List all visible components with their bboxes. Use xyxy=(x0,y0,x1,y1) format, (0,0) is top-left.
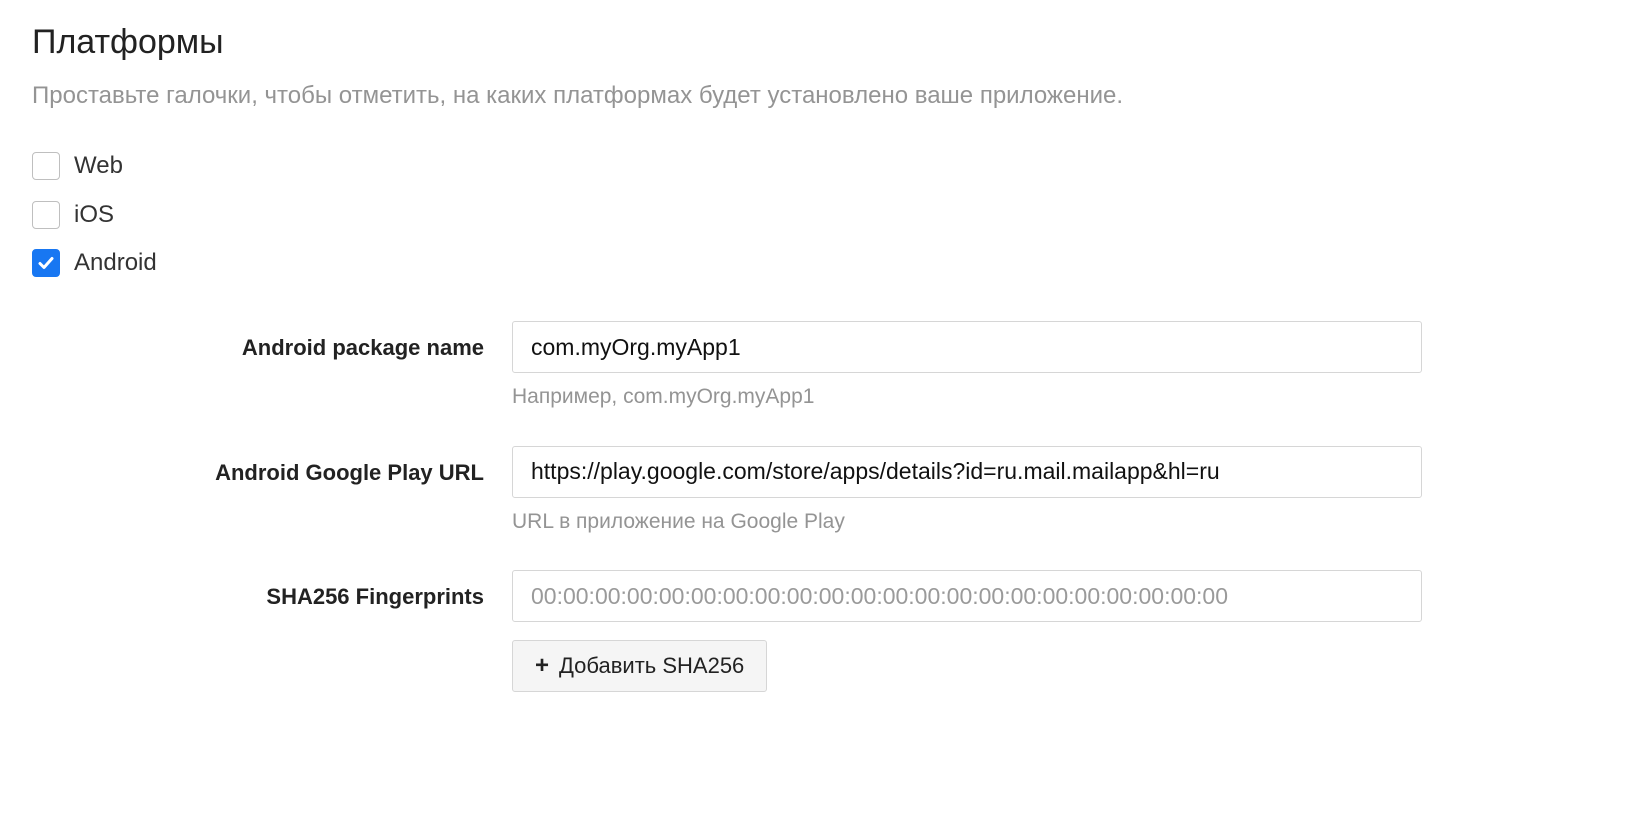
sha256-label: SHA256 Fingerprints xyxy=(32,570,512,612)
sha256-input[interactable] xyxy=(512,570,1422,622)
platform-ios-label: iOS xyxy=(74,199,114,231)
check-icon xyxy=(38,255,54,271)
platform-android-label: Android xyxy=(74,247,157,279)
platform-android-checkbox[interactable] xyxy=(32,249,60,277)
sha256-row: SHA256 Fingerprints + Добавить SHA256 xyxy=(32,570,1594,692)
platform-checkbox-list: Web iOS Android xyxy=(32,150,1594,279)
section-title: Платформы xyxy=(32,20,1594,66)
android-play-url-hint: URL в приложение на Google Play xyxy=(512,508,1422,536)
android-package-name-row: Android package name Например, com.myOrg… xyxy=(32,321,1594,411)
platform-ios-checkbox[interactable] xyxy=(32,201,60,229)
platform-android-row: Android xyxy=(32,247,1594,279)
platform-web-checkbox[interactable] xyxy=(32,152,60,180)
add-sha256-button[interactable]: + Добавить SHA256 xyxy=(512,640,767,692)
platform-ios-row: iOS xyxy=(32,199,1594,231)
platform-web-label: Web xyxy=(74,150,123,182)
android-play-url-label: Android Google Play URL xyxy=(32,446,512,488)
section-description: Проставьте галочки, чтобы отметить, на к… xyxy=(32,80,1594,112)
platform-web-row: Web xyxy=(32,150,1594,182)
android-package-name-hint: Например, com.myOrg.myApp1 xyxy=(512,383,1422,411)
android-package-name-input[interactable] xyxy=(512,321,1422,373)
android-package-name-label: Android package name xyxy=(32,321,512,363)
android-play-url-input[interactable] xyxy=(512,446,1422,498)
android-play-url-row: Android Google Play URL URL в приложение… xyxy=(32,446,1594,536)
plus-icon: + xyxy=(535,654,549,678)
add-sha256-button-label: Добавить SHA256 xyxy=(559,653,744,679)
